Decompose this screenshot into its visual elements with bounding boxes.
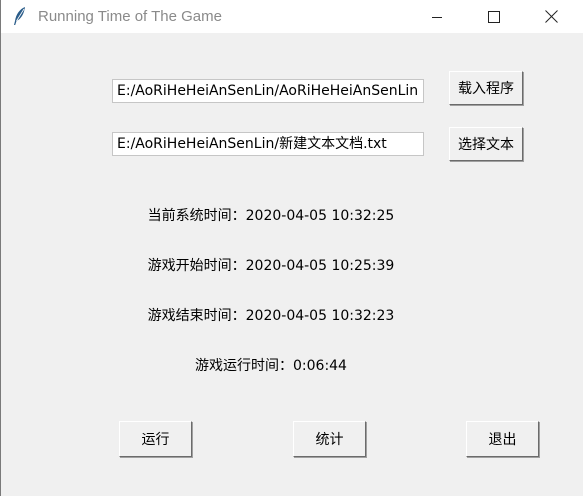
maximize-button[interactable] [465, 0, 523, 33]
close-icon [544, 10, 558, 23]
game-end-time: 游戏结束时间：2020-04-05 10:32:23 [147, 308, 395, 324]
close-button[interactable] [522, 0, 580, 33]
minimize-button[interactable] [408, 0, 466, 33]
text-file-path-input[interactable]: E:/AoRiHeHeiAnSenLin/新建文本文档.txt [112, 132, 424, 156]
current-system-time: 当前系统时间：2020-04-05 10:32:25 [147, 208, 395, 224]
load-program-button[interactable]: 载入程序 [449, 71, 523, 105]
run-button[interactable]: 运行 [119, 421, 192, 457]
feather-icon [12, 6, 28, 26]
exit-button[interactable]: 退出 [466, 421, 539, 457]
game-run-time: 游戏运行时间：0:06:44 [195, 358, 347, 374]
stats-button[interactable]: 统计 [293, 421, 366, 457]
title-bar[interactable]: Running Time of The Game [1, 0, 583, 33]
select-text-button[interactable]: 选择文本 [449, 127, 523, 161]
app-window: Running Time of The Game E:/AoRiHeHeiAnS… [0, 0, 583, 496]
maximize-icon [488, 10, 500, 23]
minimize-icon [431, 11, 443, 23]
game-start-time: 游戏开始时间：2020-04-05 10:25:39 [147, 258, 395, 274]
window-title: Running Time of The Game [38, 8, 222, 25]
program-path-input[interactable]: E:/AoRiHeHeiAnSenLin/AoRiHeHeiAnSenLin [112, 79, 424, 103]
